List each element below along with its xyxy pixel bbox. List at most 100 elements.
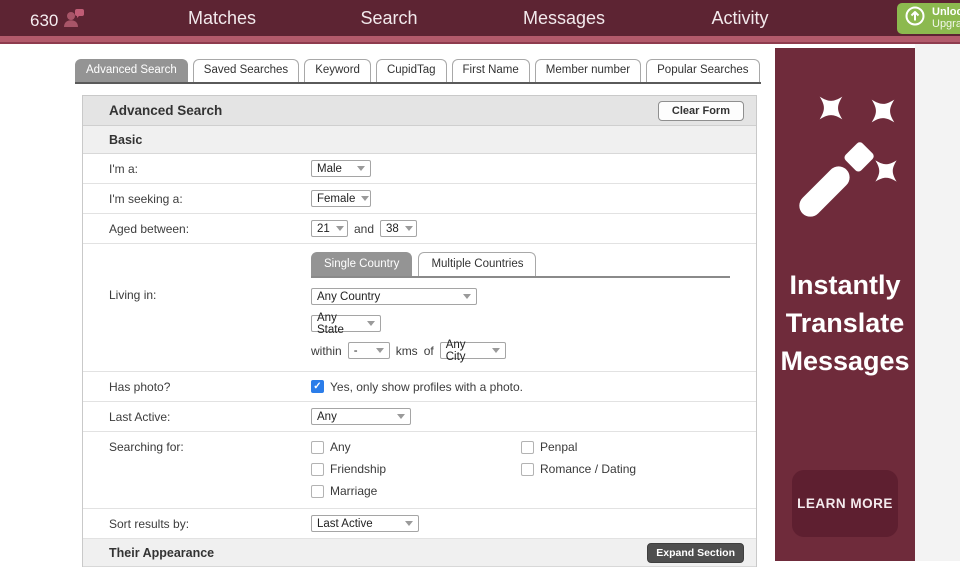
row-last-active: Last Active: Any: [83, 402, 756, 432]
right-gutter: [915, 44, 960, 561]
dropdown-arrow-icon: [492, 348, 500, 353]
within-label: within: [311, 344, 342, 358]
expand-section-button[interactable]: Expand Section: [647, 543, 744, 563]
has-photo-checkbox[interactable]: [311, 380, 324, 393]
last-active-select[interactable]: Any: [311, 408, 411, 425]
match-count: 630: [30, 11, 58, 31]
romance-dating-checkbox[interactable]: [521, 463, 534, 476]
nav-activity[interactable]: Activity: [711, 8, 768, 29]
marriage-checkbox[interactable]: [311, 485, 324, 498]
tab-single-country[interactable]: Single Country: [311, 252, 412, 276]
country-mode-tabs: Single Country Multiple Countries: [311, 244, 730, 278]
nav-search[interactable]: Search: [360, 8, 417, 29]
search-type-tabs: Advanced Search Saved Searches Keyword C…: [75, 59, 760, 82]
city-select[interactable]: Any City: [440, 342, 506, 359]
sort-label: Sort results by:: [109, 517, 311, 531]
friendship-label: Friendship: [330, 462, 386, 476]
aged-label: Aged between:: [109, 222, 311, 236]
dropdown-arrow-icon: [367, 321, 375, 326]
dropdown-arrow-icon: [397, 414, 405, 419]
country-select[interactable]: Any Country: [311, 288, 477, 305]
tab-popular-searches[interactable]: Popular Searches: [646, 59, 759, 82]
any-checkbox[interactable]: [311, 441, 324, 454]
row-searching-for: Searching for: Any Friendship Marriage: [83, 432, 756, 509]
row-has-photo: Has photo? Yes, only show profiles with …: [83, 372, 756, 402]
checkbox-romance-dating[interactable]: Romance / Dating: [521, 462, 636, 476]
romance-dating-label: Romance / Dating: [540, 462, 636, 476]
appearance-section-title: Their Appearance: [109, 546, 214, 560]
tab-saved-searches[interactable]: Saved Searches: [193, 59, 299, 82]
row-seeking: I'm seeking a: Female: [83, 184, 756, 214]
last-active-label: Last Active:: [109, 410, 311, 424]
tab-multiple-countries[interactable]: Multiple Countries: [418, 252, 536, 276]
learn-more-button[interactable]: LEARN MORE: [792, 470, 898, 537]
advanced-search-panel: Advanced Search Clear Form Basic I'm a: …: [82, 95, 757, 567]
seeking-select[interactable]: Female: [311, 190, 371, 207]
ad-headline-line3: Messages: [775, 342, 915, 380]
dropdown-arrow-icon: [361, 196, 369, 201]
friendship-checkbox[interactable]: [311, 463, 324, 476]
country-value: Any Country: [317, 291, 380, 303]
distance-select[interactable]: -: [348, 342, 390, 359]
upgrade-label-primary: Unlock: [932, 7, 960, 19]
sort-value: Last Active: [317, 518, 373, 530]
any-label: Any: [330, 440, 351, 454]
nav-messages[interactable]: Messages: [523, 8, 605, 29]
nav-matches[interactable]: Matches: [188, 8, 256, 29]
dropdown-arrow-icon: [463, 294, 471, 299]
checkbox-penpal[interactable]: Penpal: [521, 440, 636, 454]
tab-member-number[interactable]: Member number: [535, 59, 641, 82]
dropdown-arrow-icon: [405, 226, 413, 231]
dropdown-arrow-icon: [405, 521, 413, 526]
dropdown-arrow-icon: [357, 166, 365, 171]
tab-cupidtag[interactable]: CupidTag: [376, 59, 447, 82]
match-count-indicator[interactable]: 630: [30, 7, 86, 34]
penpal-checkbox[interactable]: [521, 441, 534, 454]
section-basic: Basic: [83, 126, 756, 154]
row-living-in: Living in: Single Country Multiple Count…: [83, 244, 756, 372]
upgrade-button[interactable]: Unlock Upgrade: [897, 3, 960, 34]
age-max-value: 38: [386, 223, 399, 235]
person-chat-icon: [62, 7, 86, 34]
translate-ad-banner[interactable]: Instantly Translate Messages LEARN MORE: [775, 48, 915, 561]
upload-arrow-icon: [904, 5, 926, 32]
upgrade-label-secondary: Upgrade: [932, 19, 960, 31]
aged-conjunction: and: [354, 222, 374, 236]
tab-advanced-search[interactable]: Advanced Search: [75, 59, 188, 82]
ad-headline-line1: Instantly: [775, 266, 915, 304]
marriage-label: Marriage: [330, 484, 377, 498]
tab-keyword[interactable]: Keyword: [304, 59, 371, 82]
row-im-a: I'm a: Male: [83, 154, 756, 184]
magic-wand-icon: [775, 76, 915, 241]
im-a-select[interactable]: Male: [311, 160, 371, 177]
checkbox-friendship[interactable]: Friendship: [311, 462, 521, 476]
clear-form-button[interactable]: Clear Form: [658, 101, 744, 121]
basic-section-title: Basic: [109, 133, 142, 147]
kms-label: kms: [396, 344, 418, 358]
row-aged-between: Aged between: 21 and 38: [83, 214, 756, 244]
sort-select[interactable]: Last Active: [311, 515, 419, 532]
age-min-select[interactable]: 21: [311, 220, 348, 237]
tab-first-name[interactable]: First Name: [452, 59, 530, 82]
header-accent-line: [0, 42, 960, 44]
last-active-value: Any: [317, 411, 337, 423]
dropdown-arrow-icon: [336, 226, 344, 231]
living-in-label: Living in:: [109, 244, 311, 359]
age-max-select[interactable]: 38: [380, 220, 417, 237]
row-sort-results: Sort results by: Last Active: [83, 509, 756, 539]
age-min-value: 21: [317, 223, 330, 235]
distance-value: -: [354, 345, 358, 357]
dropdown-arrow-icon: [376, 348, 384, 353]
has-photo-text: Yes, only show profiles with a photo.: [330, 380, 523, 394]
checkbox-marriage[interactable]: Marriage: [311, 484, 521, 498]
state-value: Any State: [317, 312, 361, 336]
section-their-appearance: Their Appearance Expand Section: [83, 539, 756, 567]
checkbox-any[interactable]: Any: [311, 440, 521, 454]
im-a-label: I'm a:: [109, 162, 311, 176]
ad-headline-line2: Translate: [775, 304, 915, 342]
of-label: of: [424, 344, 434, 358]
ad-headline: Instantly Translate Messages: [775, 266, 915, 380]
seeking-label: I'm seeking a:: [109, 192, 311, 206]
state-select[interactable]: Any State: [311, 315, 381, 332]
has-photo-label: Has photo?: [109, 380, 311, 394]
